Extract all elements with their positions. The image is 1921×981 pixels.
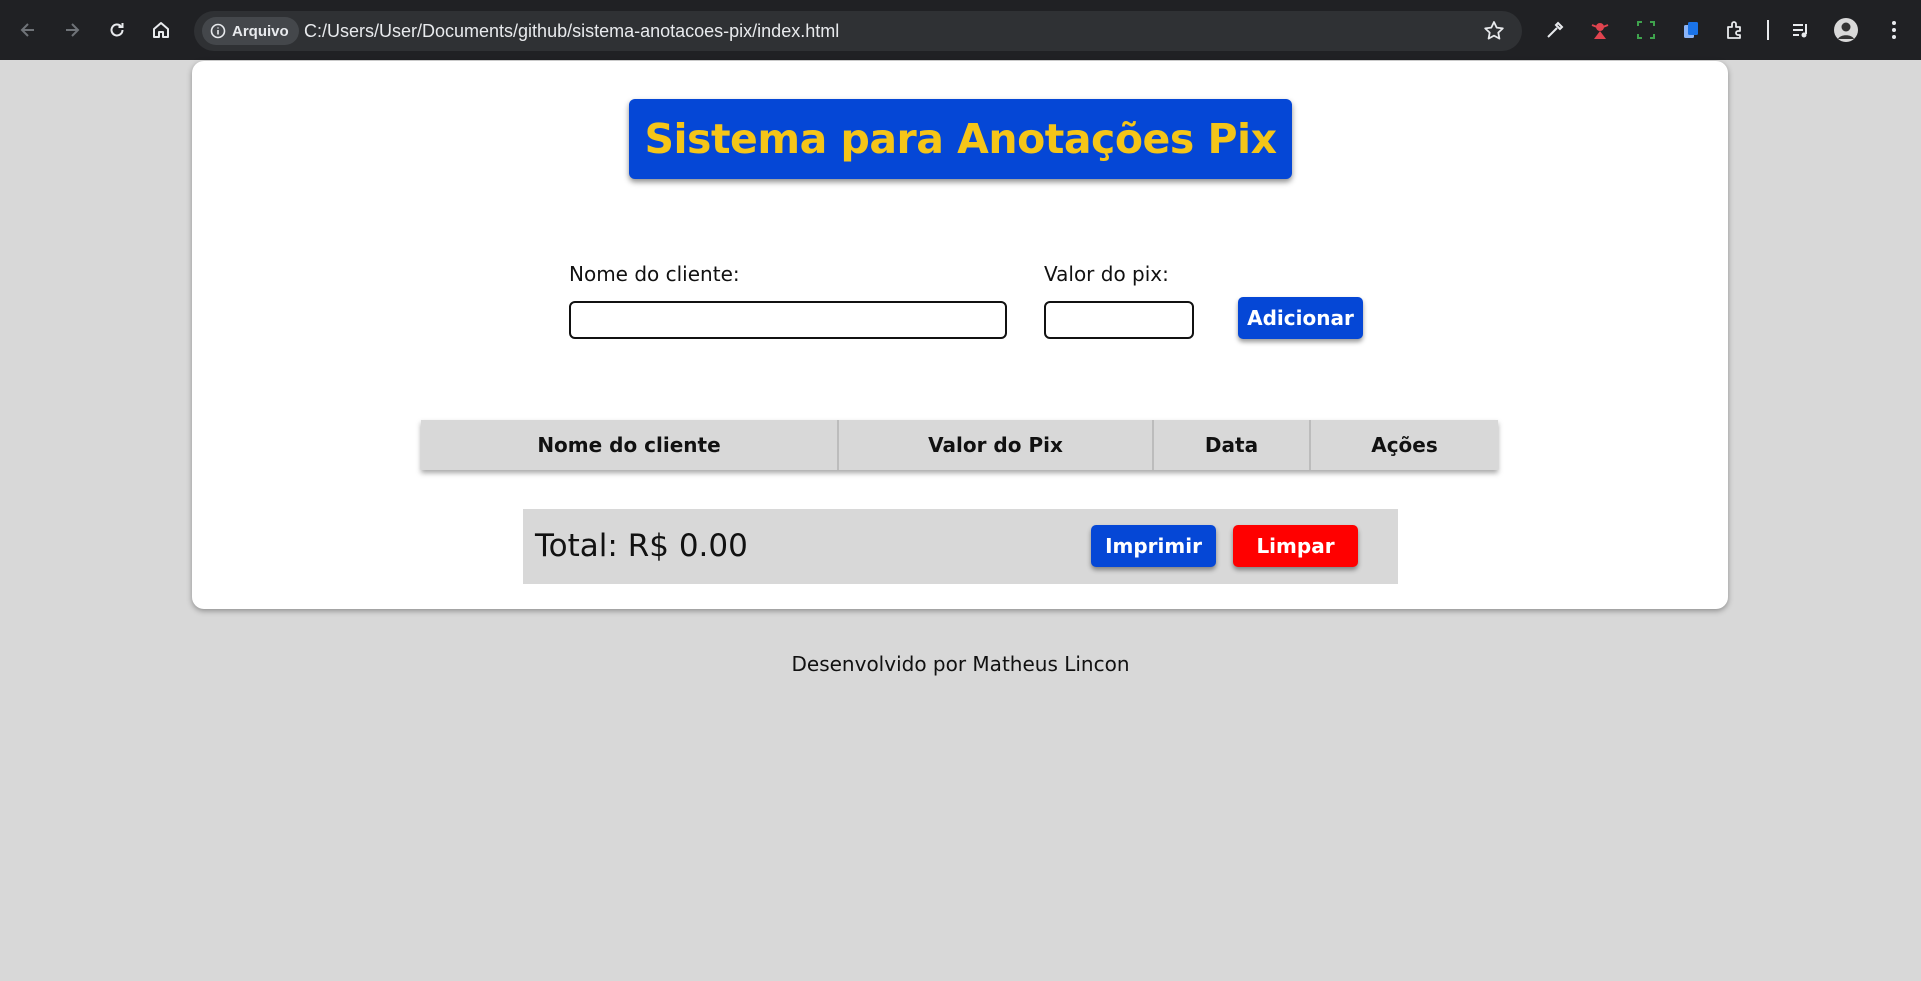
pix-value-label: Valor do pix: xyxy=(1044,262,1169,286)
browser-menu-icon[interactable] xyxy=(1880,16,1908,44)
column-header-pix-value: Valor do Pix xyxy=(839,420,1154,470)
copy-extension-icon[interactable] xyxy=(1677,16,1705,44)
profile-avatar[interactable] xyxy=(1832,16,1860,44)
back-button[interactable] xyxy=(12,14,44,46)
browser-toolbar: Arquivo C:/Users/User/Documents/github/s… xyxy=(0,0,1921,60)
client-name-input[interactable] xyxy=(569,301,1007,339)
eyedropper-extension-icon[interactable] xyxy=(1541,16,1569,44)
column-header-actions: Ações xyxy=(1371,433,1438,457)
pix-table-header: Nome do cliente Valor do Pix Data Ações xyxy=(421,420,1498,470)
reload-button[interactable] xyxy=(101,14,133,46)
screen-capture-extension-icon[interactable] xyxy=(1632,16,1660,44)
total-amount: Total: R$ 0.00 xyxy=(535,528,748,564)
bookmark-star-icon[interactable] xyxy=(1482,19,1506,43)
info-icon xyxy=(210,23,226,39)
forward-button[interactable] xyxy=(56,14,88,46)
print-button[interactable]: Imprimir xyxy=(1091,525,1216,567)
column-header-date: Data xyxy=(1154,420,1311,470)
reload-icon xyxy=(110,23,124,37)
page-title: Sistema para Anotações Pix xyxy=(644,115,1277,163)
ninja-extension-icon[interactable] xyxy=(1586,16,1614,44)
extensions-puzzle-icon[interactable] xyxy=(1721,16,1749,44)
main-card: Sistema para Anotações Pix Nome do clien… xyxy=(192,61,1728,609)
media-queue-icon[interactable] xyxy=(1787,16,1815,44)
site-info-chip[interactable]: Arquivo xyxy=(202,17,299,45)
arrow-left-icon xyxy=(20,23,34,37)
home-icon xyxy=(153,22,169,38)
footer-credit: Desenvolvido por Matheus Lincon xyxy=(791,652,1130,676)
add-button[interactable]: Adicionar xyxy=(1238,297,1363,339)
arrow-right-icon xyxy=(66,23,80,37)
home-button[interactable] xyxy=(145,14,177,46)
toolbar-divider xyxy=(1767,20,1769,40)
total-bar: Total: R$ 0.00 Imprimir Limpar xyxy=(523,509,1398,584)
url-text[interactable]: C:/Users/User/Documents/github/sistema-a… xyxy=(304,11,839,51)
address-bar[interactable]: Arquivo C:/Users/User/Documents/github/s… xyxy=(194,11,1522,51)
site-info-label: Arquivo xyxy=(232,22,289,40)
clear-button[interactable]: Limpar xyxy=(1233,525,1358,567)
page-title-banner: Sistema para Anotações Pix xyxy=(629,99,1292,179)
column-header-client: Nome do cliente xyxy=(421,420,839,470)
pix-value-input[interactable] xyxy=(1044,301,1194,339)
client-name-label: Nome do cliente: xyxy=(569,262,740,286)
